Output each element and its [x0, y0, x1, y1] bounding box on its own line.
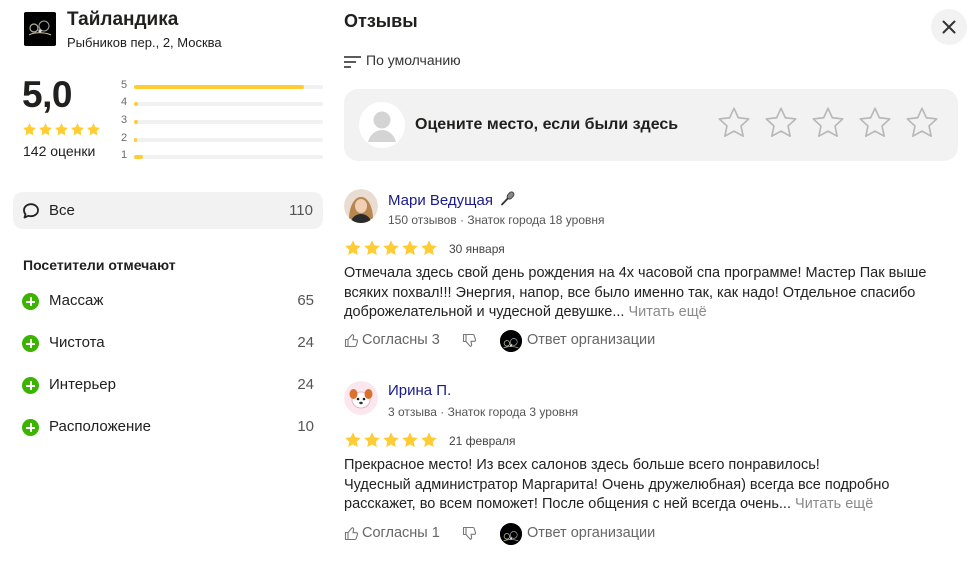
plus-icon [22, 419, 39, 436]
review-author[interactable]: Мари Ведущая [388, 190, 517, 209]
star-icon[interactable] [810, 105, 846, 141]
disagree-button[interactable] [462, 330, 480, 352]
close-button[interactable] [931, 9, 967, 45]
review-author-meta: 3 отзыва · Знаток города 3 уровня [388, 405, 579, 419]
distribution-bar [134, 85, 304, 89]
distribution-bar [134, 155, 143, 159]
plus-icon [22, 293, 39, 310]
read-more-link[interactable]: Читать ещё [628, 304, 706, 320]
review-author[interactable]: Ирина П. [388, 382, 451, 399]
star-icon [420, 239, 438, 257]
close-icon [942, 20, 956, 34]
agree-button[interactable]: Согласны 1 [344, 523, 454, 545]
star-icon [344, 239, 362, 257]
org-logo [500, 523, 522, 545]
plus-icon [22, 335, 39, 352]
star-icon [401, 431, 419, 449]
rating-distribution-5: 5 [121, 79, 323, 93]
review-card: Ирина П. 3 отзыва · Знаток города 3 уров… [344, 381, 964, 551]
disagree-button[interactable] [462, 523, 480, 545]
star-icon[interactable] [763, 105, 799, 141]
star-icon [382, 431, 400, 449]
review-text: Отмечала здесь свой день рождения на 4х … [344, 265, 927, 320]
star-icon [70, 122, 85, 137]
star-icon[interactable] [904, 105, 940, 141]
star-icon[interactable] [716, 105, 752, 141]
thumb-up-icon [344, 527, 359, 541]
star-icon [38, 122, 53, 137]
rating-distribution-4: 4 [121, 96, 323, 110]
rate-prompt-text: Оцените место, если были здесь [415, 116, 679, 133]
distribution-bar [134, 102, 138, 106]
review-stars [344, 431, 438, 449]
review-text: Прекрасное место! Из всех салонов здесь … [344, 457, 890, 512]
star-icon [22, 122, 37, 137]
aspect-location[interactable]: Расположение 10 [22, 416, 314, 440]
aspect-cleanliness[interactable]: Чистота 24 [22, 332, 314, 356]
star-icon [86, 122, 101, 137]
agree-button[interactable]: Согласны 3 [344, 330, 454, 352]
filter-all-label: Все [49, 202, 75, 219]
review-card: Мари Ведущая 150 отзывов · Знаток города… [344, 189, 964, 359]
review-actions: Согласны 1 Ответ организации [344, 523, 744, 545]
thumb-down-icon [462, 526, 477, 540]
distribution-bar [134, 138, 137, 142]
user-avatar [359, 102, 405, 148]
filter-all-button[interactable]: Все 110 [13, 192, 323, 229]
author-avatar[interactable] [344, 381, 378, 415]
review-author-meta: 150 отзывов · Знаток города 18 уровня [388, 213, 605, 227]
star-icon [344, 431, 362, 449]
aspect-massage[interactable]: Массаж 65 [22, 290, 314, 314]
org-name[interactable]: Тайландика [67, 9, 178, 31]
chat-icon [23, 203, 39, 219]
thumb-up-icon [344, 334, 359, 348]
distribution-bar [134, 120, 138, 124]
sort-label: По умолчанию [366, 52, 461, 68]
user-avatar-icon [359, 102, 405, 148]
star-icon[interactable] [857, 105, 893, 141]
reviews-title: Отзывы [344, 11, 418, 31]
author-avatar[interactable] [344, 189, 378, 223]
rating-stars [22, 122, 101, 137]
org-logo [500, 330, 522, 352]
star-icon [401, 239, 419, 257]
star-icon [363, 239, 381, 257]
rating-distribution-1: 1 [121, 149, 323, 163]
org-reply-button[interactable]: Ответ организации [500, 523, 680, 545]
review-date: 30 января [449, 242, 505, 256]
rating-distribution-2: 2 [121, 132, 323, 146]
star-icon [363, 431, 381, 449]
thumb-down-icon [462, 333, 477, 347]
org-logo [24, 12, 56, 46]
review-date: 21 февраля [449, 434, 516, 448]
star-icon [54, 122, 69, 137]
review-actions: Согласны 3 Ответ организации [344, 330, 744, 352]
star-icon [382, 239, 400, 257]
filter-all-count: 110 [289, 202, 313, 219]
rating-count: 142 оценки [23, 143, 96, 159]
star-icon [420, 431, 438, 449]
review-stars [344, 239, 438, 257]
rating-distribution-3: 3 [121, 114, 323, 128]
org-reply-button[interactable]: Ответ организации [500, 330, 680, 352]
sort-icon [344, 56, 361, 68]
plus-icon [22, 377, 39, 394]
org-address: Рыбников пер., 2, Москва [67, 35, 222, 50]
aspect-interior[interactable]: Интерьер 24 [22, 374, 314, 398]
microphone-icon [501, 191, 515, 206]
rate-prompt-box: Оцените место, если были здесь [344, 89, 958, 161]
rating-value: 5,0 [22, 74, 72, 115]
rate-stars [716, 105, 940, 141]
read-more-link[interactable]: Читать ещё [795, 496, 873, 512]
aspects-title: Посетители отмечают [23, 257, 176, 273]
